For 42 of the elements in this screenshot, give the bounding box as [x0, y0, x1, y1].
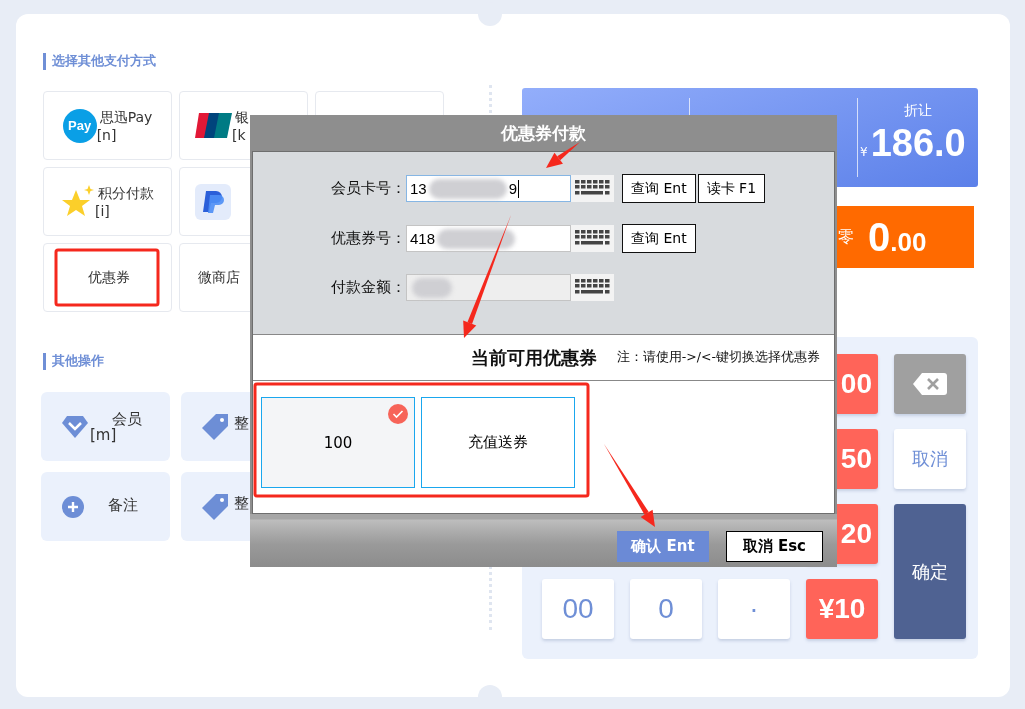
- diamond-icon: [62, 415, 88, 438]
- keyboard-button[interactable]: [571, 175, 614, 202]
- backspace-icon: [913, 373, 947, 395]
- keyboard-button[interactable]: [571, 274, 614, 301]
- card-logo-icon: [195, 112, 232, 139]
- section-title: 选择其他支付方式: [52, 52, 156, 70]
- wallet-logo-icon: [195, 183, 231, 220]
- payment-option[interactable]: 积分付款 [i]: [43, 167, 172, 236]
- query-button[interactable]: 查询 Ent: [622, 224, 696, 253]
- keyboard-icon: [574, 229, 611, 248]
- annotation-arrow: [546, 142, 580, 168]
- input-field[interactable]: 418: [406, 225, 571, 252]
- field-label: 会员卡号：: [331, 179, 406, 198]
- query-button[interactable]: 查询 Ent: [622, 174, 696, 203]
- keyboard-icon: [574, 179, 611, 198]
- discount-amount: ¥186.0: [859, 122, 966, 165]
- confirm-key[interactable]: 确定: [894, 504, 966, 639]
- change-label: 零: [838, 226, 854, 248]
- change-amount: 0.00: [868, 214, 927, 260]
- add-icon: [62, 495, 84, 518]
- check-badge-icon: [388, 404, 408, 424]
- operation-option[interactable]: 备注: [41, 472, 170, 541]
- coupons-title: 当前可用优惠券: [470, 345, 597, 370]
- coupon-card[interactable]: 100: [261, 397, 415, 488]
- tag-icon: [202, 413, 228, 440]
- input-field[interactable]: 13 9: [406, 175, 571, 202]
- payment-option[interactable]: 优惠券: [43, 243, 172, 312]
- keyboard-button[interactable]: [571, 225, 614, 252]
- cancel-button[interactable]: 取消 Esc: [725, 531, 823, 562]
- field-label: 付款金额：: [331, 278, 406, 297]
- query-button[interactable]: 读卡 F1: [697, 174, 766, 203]
- field-label: 优惠券号：: [331, 229, 406, 248]
- discount-label: 折让: [904, 102, 932, 120]
- keyboard-icon: [574, 278, 611, 297]
- tag-icon: [202, 493, 228, 520]
- star-icon: [61, 184, 95, 219]
- pay-logo-icon: Pay: [62, 108, 97, 143]
- backspace-key[interactable]: [894, 354, 966, 414]
- coupon-card[interactable]: 充值送券: [421, 397, 575, 488]
- operation-option[interactable]: 会员 [m]: [41, 392, 170, 461]
- section-title: 其他操作: [52, 352, 104, 370]
- dialog-title: 优惠券付款: [501, 121, 586, 145]
